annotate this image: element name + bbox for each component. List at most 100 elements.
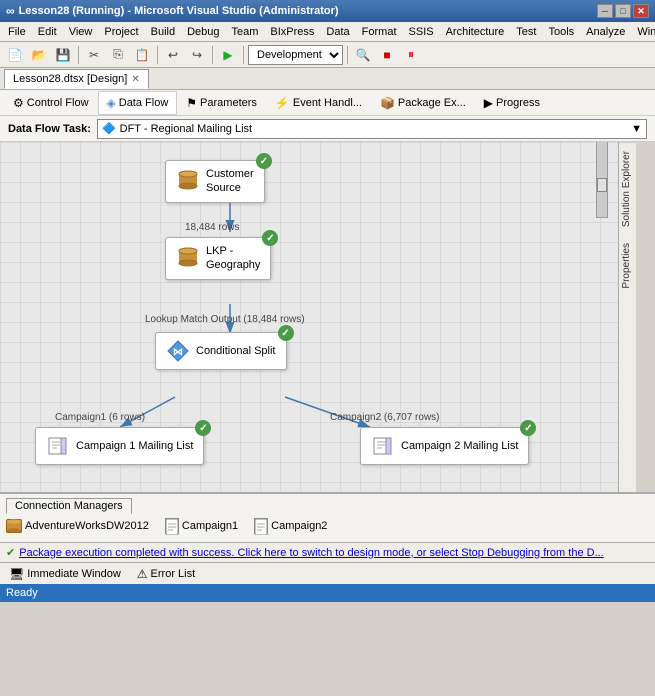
campaign1-file-icon xyxy=(165,518,179,534)
tab-data-flow[interactable]: ◈ Data Flow xyxy=(98,91,178,115)
close-button[interactable]: ✕ xyxy=(633,4,649,18)
zoom-track[interactable] xyxy=(596,142,608,218)
campaign2-icon xyxy=(371,434,395,458)
menu-view[interactable]: View xyxy=(63,24,99,40)
zoom-thumb[interactable] xyxy=(597,178,607,192)
save-button[interactable]: 💾 xyxy=(52,45,74,65)
immediate-window-button[interactable]: 🖥 Immediate Window xyxy=(4,565,126,583)
menu-build[interactable]: Build xyxy=(145,24,181,40)
search-button[interactable]: 🔍 xyxy=(352,45,374,65)
error-list-label: Error List xyxy=(151,568,196,580)
stop-button[interactable]: ■ xyxy=(376,45,398,65)
tab-control-flow-label: Control Flow xyxy=(27,97,89,109)
paste-button[interactable]: 📋 xyxy=(131,45,153,65)
properties-tab[interactable]: Properties xyxy=(619,235,636,297)
task-dropdown-icon: 🔷 xyxy=(102,122,116,135)
tab-progress[interactable]: ▶ Progress xyxy=(475,91,549,115)
tab-event-handlers[interactable]: ⚡ Event Handl... xyxy=(266,91,371,115)
config-dropdown[interactable]: Development xyxy=(248,45,343,65)
tab-progress-label: Progress xyxy=(496,97,540,109)
campaign1-node[interactable]: ✓ Campaign 1 Mailing List xyxy=(35,427,204,465)
conn-item-campaign1[interactable]: Campaign1 xyxy=(165,518,238,534)
zoom-control[interactable]: 100% xyxy=(591,142,614,218)
pause-button[interactable]: ⏸ xyxy=(400,45,422,65)
menu-architecture[interactable]: Architecture xyxy=(440,24,511,40)
event-handlers-icon: ⚡ xyxy=(275,96,290,110)
tab-package-explorer-label: Package Ex... xyxy=(398,97,466,109)
designer-canvas[interactable]: ✓ CustomerSource 18,484 rows ✓ xyxy=(0,142,618,492)
adventureworks-db-icon xyxy=(6,519,22,533)
campaign2-conn-label: Campaign2 xyxy=(271,520,327,532)
menu-project[interactable]: Project xyxy=(98,24,144,40)
connection-managers-tabs: Connection Managers xyxy=(6,498,649,514)
redo-button[interactable]: ↪ xyxy=(186,45,208,65)
restore-button[interactable]: □ xyxy=(615,4,631,18)
document-tab[interactable]: Lesson28.dtsx [Design] ✕ xyxy=(4,69,149,89)
connection-managers-panel: Connection Managers AdventureWorksDW2012 xyxy=(0,492,655,542)
cut-button[interactable]: ✂ xyxy=(83,45,105,65)
sep1 xyxy=(78,46,79,64)
campaign2-check: ✓ xyxy=(520,420,536,436)
ready-bar: Ready xyxy=(0,584,655,602)
lkp-geography-box[interactable]: ✓ LKP -Geography xyxy=(165,237,271,280)
menu-format[interactable]: Format xyxy=(356,24,403,40)
undo-button[interactable]: ↩ xyxy=(162,45,184,65)
open-button[interactable]: 📂 xyxy=(28,45,50,65)
customer-source-node[interactable]: ✓ CustomerSource xyxy=(165,160,265,203)
conditional-split-node[interactable]: ✓ ⋈ Conditional Split xyxy=(155,332,287,370)
menu-test[interactable]: Test xyxy=(510,24,542,40)
solution-explorer-tab[interactable]: Solution Explorer xyxy=(619,142,636,235)
connection-managers-tab[interactable]: Connection Managers xyxy=(6,498,132,514)
tab-event-handlers-label: Event Handl... xyxy=(293,97,362,109)
status-message[interactable]: Package execution completed with success… xyxy=(19,547,604,559)
error-list-icon: ⚠ xyxy=(137,567,148,581)
data-flow-icon: ◈ xyxy=(107,96,116,110)
campaign2-file-icon xyxy=(254,518,268,534)
campaign1-box[interactable]: ✓ Campaign 1 Mailing List xyxy=(35,427,204,465)
error-list-button[interactable]: ⚠ Error List xyxy=(132,565,200,583)
tab-parameters-label: Parameters xyxy=(200,97,257,109)
tab-control-flow[interactable]: ⚙ Control Flow xyxy=(4,91,98,115)
customer-source-box[interactable]: ✓ CustomerSource xyxy=(165,160,265,203)
task-dropdown[interactable]: 🔷 DFT - Regional Mailing List ▼ xyxy=(97,119,647,139)
sep2 xyxy=(157,46,158,64)
tab-package-explorer[interactable]: 📦 Package Ex... xyxy=(371,91,475,115)
conn-item-campaign2[interactable]: Campaign2 xyxy=(254,518,327,534)
new-button[interactable]: 📄 xyxy=(4,45,26,65)
campaign1-check: ✓ xyxy=(195,420,211,436)
lkp-geography-db-icon xyxy=(176,246,200,270)
control-flow-icon: ⚙ xyxy=(13,96,24,110)
main-toolbar: 📄 📂 💾 ✂ ⎘ 📋 ↩ ↪ ▶ Development 🔍 ■ ⏸ xyxy=(0,42,655,68)
status-icon: ✔ xyxy=(6,546,15,559)
conditional-split-box[interactable]: ✓ ⋈ Conditional Split xyxy=(155,332,287,370)
start-button[interactable]: ▶ xyxy=(217,45,239,65)
minimize-button[interactable]: ─ xyxy=(597,4,613,18)
conn-item-adventureworks[interactable]: AdventureWorksDW2012 xyxy=(6,519,149,533)
menu-file[interactable]: File xyxy=(2,24,32,40)
menu-tools[interactable]: Tools xyxy=(542,24,580,40)
menu-bixpress[interactable]: BIxPress xyxy=(264,24,320,40)
doc-tab-label: Lesson28.dtsx [Design] xyxy=(13,73,127,85)
campaign2-rows-label: Campaign2 (6,707 rows) xyxy=(330,412,440,423)
immediate-window-label: Immediate Window xyxy=(27,568,121,580)
campaign2-box[interactable]: ✓ Campaign 2 Mailing List xyxy=(360,427,529,465)
lkp-geography-node[interactable]: ✓ LKP -Geography xyxy=(165,237,271,280)
connection-managers-content: AdventureWorksDW2012 Campaign1 xyxy=(6,518,649,534)
task-selector-label: Data Flow Task: xyxy=(8,123,91,135)
sep4 xyxy=(243,46,244,64)
menu-edit[interactable]: Edit xyxy=(32,24,63,40)
menu-window[interactable]: Window xyxy=(631,24,655,40)
menu-ssis[interactable]: SSIS xyxy=(403,24,440,40)
menu-team[interactable]: Team xyxy=(226,24,265,40)
menu-debug[interactable]: Debug xyxy=(181,24,225,40)
campaign2-node[interactable]: ✓ Campaign 2 Mailing List xyxy=(360,427,529,465)
menu-analyze[interactable]: Analyze xyxy=(580,24,631,40)
copy-button[interactable]: ⎘ xyxy=(107,45,129,65)
campaign1-rows-label: Campaign1 (6 rows) xyxy=(55,412,145,423)
doc-tab-close-icon[interactable]: ✕ xyxy=(131,74,139,85)
window-controls[interactable]: ─ □ ✕ xyxy=(597,4,649,18)
adventureworks-label: AdventureWorksDW2012 xyxy=(25,520,149,532)
tab-parameters[interactable]: ⚑ Parameters xyxy=(177,91,266,115)
menubar: File Edit View Project Build Debug Team … xyxy=(0,22,655,42)
menu-data[interactable]: Data xyxy=(320,24,355,40)
